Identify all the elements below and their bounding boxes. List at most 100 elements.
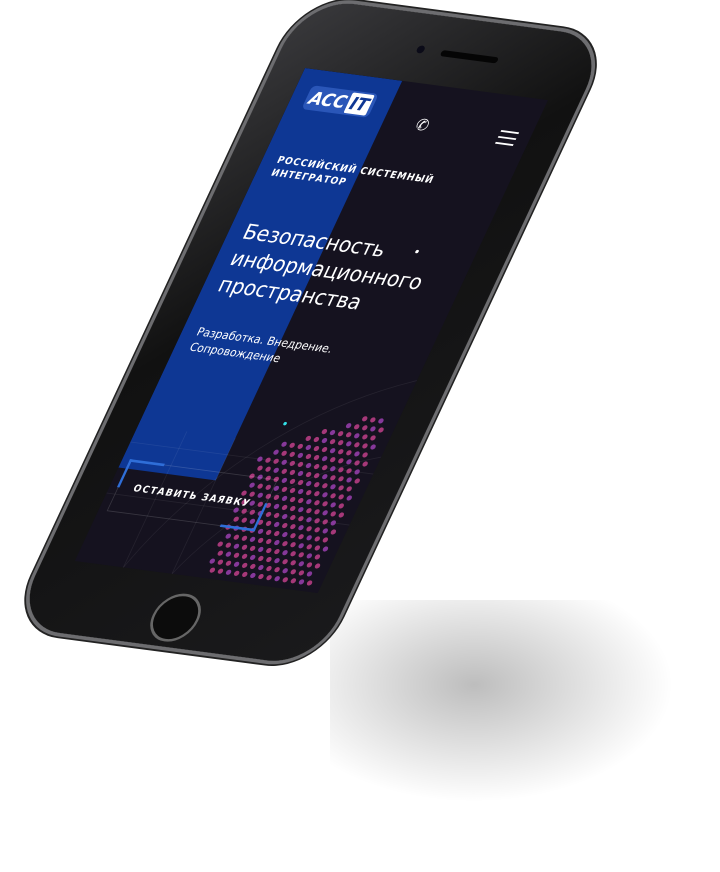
dot [354,478,360,484]
dot [321,456,328,462]
dot [273,521,280,528]
dot [242,571,248,578]
dot [225,560,232,566]
dot [378,427,384,433]
phone: ACC IT ✆ РОССИЙСКИЙ СИСТЕМНЫЙ ИНТЕГРАТОР … [11,0,610,667]
dot [322,537,329,543]
dot [225,569,232,575]
dot [289,442,295,448]
stage: ACC IT ✆ РОССИЙСКИЙ СИСТЕМНЫЙ ИНТЕГРАТОР … [0,0,720,872]
dot [290,533,296,539]
dot [290,515,296,521]
dot [281,468,288,474]
dot [225,533,231,539]
dot [249,536,256,542]
dot [266,547,272,554]
dot [330,484,336,490]
dot [346,486,352,492]
dot [337,431,344,437]
dot [306,544,312,550]
dot [258,555,264,562]
dot [321,447,328,453]
dot [233,534,240,540]
dot [322,501,328,507]
dot [298,534,304,540]
dot [306,508,312,514]
dot [338,458,344,464]
dot [274,576,280,582]
dot [346,477,352,483]
dot [354,433,360,439]
dot [345,423,352,429]
dot [274,540,280,546]
dot [362,452,368,458]
dot [346,450,352,456]
dot [298,570,305,576]
dot [306,553,313,559]
dot [209,558,215,564]
phone-screen: ACC IT ✆ РОССИЙСКИЙ СИСТЕМНЫЙ ИНТЕГРАТОР … [74,68,549,594]
dot [314,509,320,515]
dot [338,449,344,455]
dot [298,516,304,522]
dot [314,491,320,497]
dot [330,529,337,535]
dot [297,470,304,477]
dot [266,538,272,545]
dot [282,559,288,565]
dot [281,450,287,456]
dot [258,564,264,571]
dot [330,457,336,463]
dot [282,541,288,547]
dot [329,448,336,454]
dot [354,424,360,430]
dot [330,493,336,499]
dot [265,529,272,536]
dot [338,503,344,509]
dot [290,560,296,566]
dot [314,518,320,524]
dot [298,579,305,585]
dot [322,528,328,534]
dot [241,562,248,568]
dot [273,503,280,510]
dot [265,457,271,463]
dot [313,473,320,479]
dot [282,550,288,556]
dot [313,445,320,452]
dot [273,458,279,464]
dot [346,468,352,474]
dot [233,561,240,567]
dot [257,537,264,544]
dot [289,478,296,485]
dot [306,517,312,523]
dot [257,528,264,534]
dot [241,535,248,541]
dot [233,543,240,549]
dot [345,432,352,438]
dot [258,574,264,580]
dot [314,536,320,542]
dot [370,435,376,441]
dot [265,466,271,472]
dot [233,552,240,558]
dot [330,475,336,481]
dot [250,563,256,570]
dot [258,546,264,553]
dot [370,444,376,450]
dot [281,504,288,511]
dot [313,464,320,470]
dot [233,570,240,576]
dot [282,568,288,574]
dot [362,416,368,422]
dot [338,476,344,482]
dot [282,532,288,538]
dot [321,428,328,435]
dot [354,469,360,475]
dot [329,439,336,445]
dot [330,520,337,526]
dot [305,435,311,442]
dot [354,451,360,457]
dot [314,554,321,560]
dot [274,558,280,564]
